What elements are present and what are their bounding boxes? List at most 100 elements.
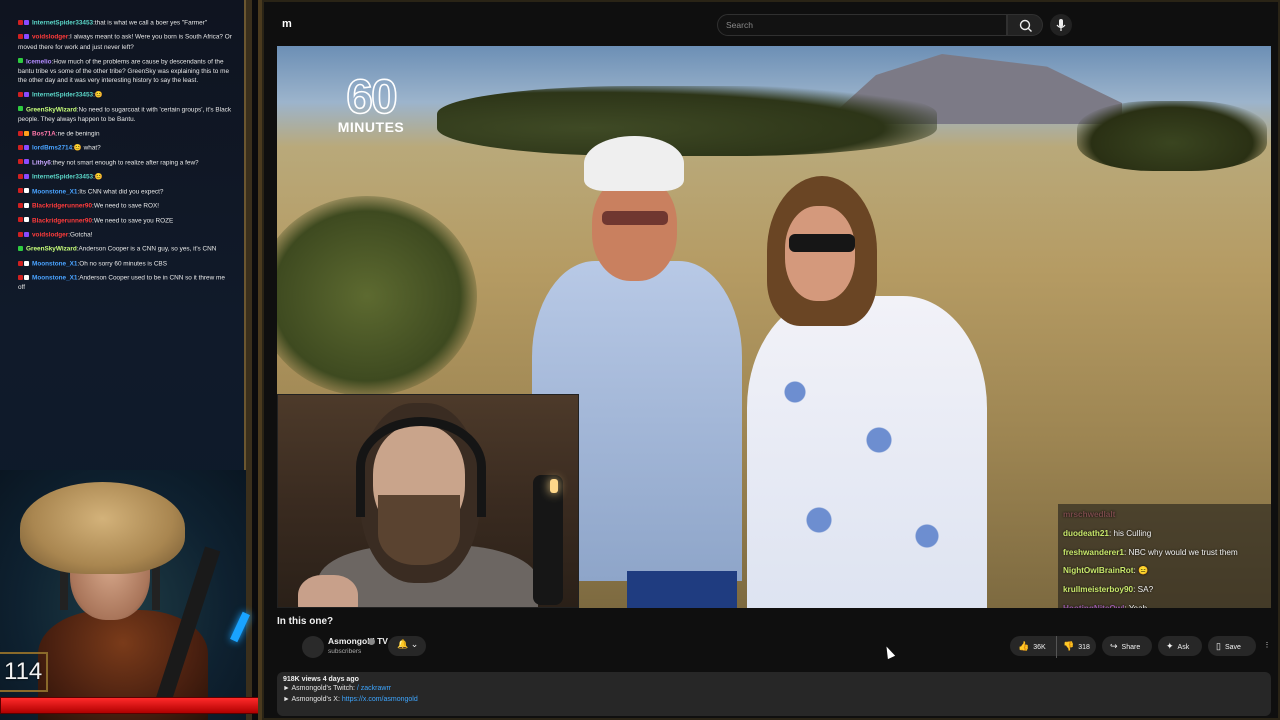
more-actions-button[interactable]: ⋮ — [1260, 636, 1274, 656]
chat-username[interactable]: Moonstone_X1 — [32, 260, 77, 267]
chat-username[interactable]: voidslodger — [32, 231, 68, 238]
description-line-twitch: ► Asmongold's Twitch: / zackrawrr — [283, 683, 1265, 694]
channel-avatar[interactable] — [302, 636, 324, 658]
reactor-lamp — [550, 479, 558, 493]
ask-button[interactable]: ✦ Ask — [1158, 636, 1202, 656]
woman-face — [785, 206, 855, 301]
headset-icon — [356, 417, 486, 517]
woman-sunglasses — [789, 234, 855, 252]
chat-badges — [18, 230, 30, 240]
like-button[interactable]: 👍 36K — [1010, 636, 1053, 658]
chat-message: Moonstone_X1:Oh no sorry 60 minutes is C… — [18, 259, 232, 269]
chat-username[interactable]: Moonstone_X1 — [32, 188, 77, 195]
badge-icon — [18, 34, 23, 40]
badge-icon — [18, 19, 23, 25]
chat-badges — [18, 273, 30, 283]
chat-badges — [18, 32, 30, 42]
chat-message: voidslodger:Gotcha! — [18, 230, 232, 240]
chat-message: lordBms2714:😊 what? — [18, 143, 232, 153]
x-label: ► Asmongold's X: — [283, 696, 342, 703]
badge-icon — [24, 260, 29, 266]
chat-username[interactable]: Icemelio — [26, 58, 52, 65]
chat-username[interactable]: GreenSkyWizard — [26, 246, 77, 253]
chat-username[interactable]: Blackridgerunner90 — [32, 203, 92, 210]
chat-message: Blackridgerunner90:We need to save ROX! — [18, 201, 232, 211]
badge-icon — [24, 231, 29, 237]
video-meta: 918K views 4 days ago — [283, 676, 359, 683]
chat-message: InternetSpider33453:😊 — [18, 90, 232, 100]
chat-message-list: InternetSpider33453:that is what we call… — [18, 18, 232, 297]
like-dislike-group: 👍 36K 👎 318 — [1010, 636, 1096, 658]
overlay-chat-username: NightOwlBrainRot — [1063, 566, 1134, 576]
chat-username[interactable]: Lithy6 — [32, 159, 51, 166]
woman-blouse — [747, 296, 987, 608]
overlay-chat-text: SA? — [1137, 585, 1154, 595]
chat-badges — [18, 158, 30, 168]
overlay-chat-list: mrschwedlalt duodeath21: his Culling fresh… — [1063, 510, 1271, 608]
sixty-minutes-logo: 60 MINUTES — [321, 73, 421, 134]
dislike-button[interactable]: 👎 318 — [1056, 636, 1096, 658]
chat-username[interactable]: Blackridgerunner90 — [32, 217, 92, 224]
badge-icon — [24, 34, 29, 40]
chat-text: that is what we call a boer yes "Farmer" — [94, 19, 208, 27]
chat-text: Anderson Cooper is a CNN guy, so yes, it… — [78, 245, 217, 253]
chat-username[interactable]: InternetSpider33453 — [32, 19, 93, 26]
badge-icon — [18, 260, 23, 266]
share-label: Share — [1121, 644, 1141, 651]
chat-message: Moonstone_X1:Its CNN what did you expect… — [18, 187, 232, 197]
chat-username[interactable]: InternetSpider33453 — [32, 92, 93, 99]
badge-icon — [24, 275, 29, 281]
video-description[interactable]: 918K views 4 days ago ► Asmongold's Twit… — [277, 672, 1271, 716]
overlay-chat-username: mrschwedlalt — [1063, 510, 1116, 519]
twitch-link[interactable]: / zackrawrr — [357, 685, 391, 692]
reactor-hand — [298, 575, 358, 607]
chat-badges — [18, 129, 30, 139]
description-line-x: ► Asmongold's X: https://x.com/asmongold — [283, 694, 1265, 705]
chat-badges — [18, 216, 30, 226]
channel-name[interactable]: Asmongold TV — [328, 636, 388, 646]
chat-username[interactable]: Moonstone_X1 — [32, 275, 77, 282]
badge-icon — [24, 19, 29, 25]
twitch-label: ► Asmongold's Twitch: — [283, 685, 357, 692]
chat-badges — [18, 57, 24, 67]
mouse-cursor — [882, 644, 896, 660]
x-link[interactable]: https://x.com/asmongold — [342, 696, 418, 703]
badge-icon — [18, 275, 23, 281]
share-button[interactable]: ↪ Share — [1102, 636, 1152, 656]
chat-username[interactable]: GreenSkyWizard — [26, 106, 77, 113]
reactor-facecam — [277, 394, 579, 608]
badge-icon — [24, 130, 29, 136]
chat-text: We need to save you ROZE — [93, 217, 174, 225]
chat-text: 😊 what? — [73, 144, 101, 152]
chat-badges — [18, 259, 30, 269]
viewer-count: 114 — [4, 658, 43, 685]
voice-search-button[interactable] — [1050, 14, 1072, 36]
search-input[interactable] — [726, 18, 996, 32]
badge-icon — [18, 202, 23, 208]
youtube-logo[interactable]: m — [282, 18, 292, 30]
notification-bell-button[interactable]: 🔔 ⌄ — [388, 636, 426, 656]
reactor-mic — [533, 475, 563, 605]
overlay-chat-text: NBC why would we trust them — [1128, 547, 1238, 557]
straw-hat — [20, 482, 185, 574]
search-button[interactable] — [1007, 14, 1043, 36]
chat-message: Icemelio:How much of the problems are ca… — [18, 57, 232, 86]
chat-text: Gotcha! — [70, 231, 93, 239]
badge-icon — [24, 188, 29, 194]
chat-username[interactable]: Bos71A — [32, 130, 56, 137]
chat-message: Moonstone_X1:Anderson Cooper used to be … — [18, 273, 232, 293]
chat-username[interactable]: voidslodger — [32, 34, 68, 41]
sparkle-icon: ✦ — [1166, 641, 1174, 651]
badge-icon — [18, 92, 23, 97]
chat-text: ne de beningin — [57, 130, 100, 138]
subscriber-count: subscribers — [328, 648, 362, 655]
chat-badges — [18, 105, 24, 115]
badge-icon — [18, 173, 23, 179]
save-button[interactable]: ▯ Save — [1208, 636, 1256, 656]
chat-text: Its CNN what did you expect? — [79, 188, 164, 196]
chat-username[interactable]: InternetSpider33453 — [32, 174, 93, 181]
chat-username[interactable]: lordBms2714 — [32, 145, 72, 152]
search-box[interactable] — [717, 14, 1007, 36]
chat-message: voidslodger:I always meant to ask! Were … — [18, 32, 232, 52]
badge-icon — [24, 92, 29, 97]
